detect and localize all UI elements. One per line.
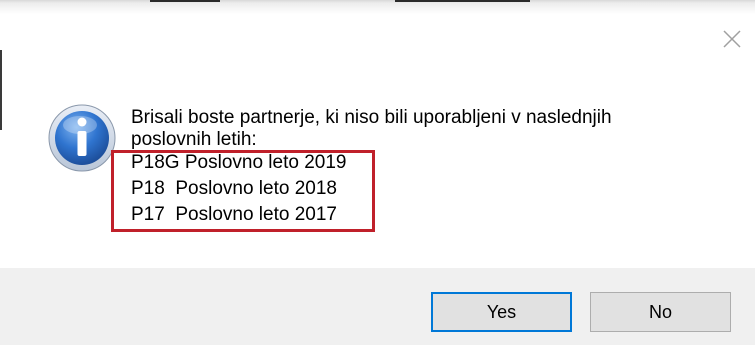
no-button[interactable]: No: [590, 292, 731, 332]
close-icon[interactable]: [721, 28, 743, 50]
business-year-item: P17 Poslovno leto 2017: [131, 204, 337, 225]
business-year-item: P18 Poslovno leto 2018: [131, 178, 337, 199]
business-year-item: P18G Poslovno leto 2019: [131, 152, 347, 173]
message-line: poslovnih letih:: [131, 129, 257, 150]
message-dialog: Brisali boste partnerje, ki niso bili up…: [0, 0, 755, 345]
yes-button[interactable]: Yes: [431, 292, 572, 332]
message-line: Brisali boste partnerje, ki niso bili up…: [131, 107, 612, 128]
edge-mark: [150, 0, 220, 2]
window-left-border: [0, 50, 2, 130]
edge-mark: [395, 0, 530, 2]
top-edge: [0, 0, 755, 3]
dialog-message: Brisali boste partnerje, ki niso bili up…: [131, 107, 731, 151]
information-icon: [48, 104, 116, 172]
